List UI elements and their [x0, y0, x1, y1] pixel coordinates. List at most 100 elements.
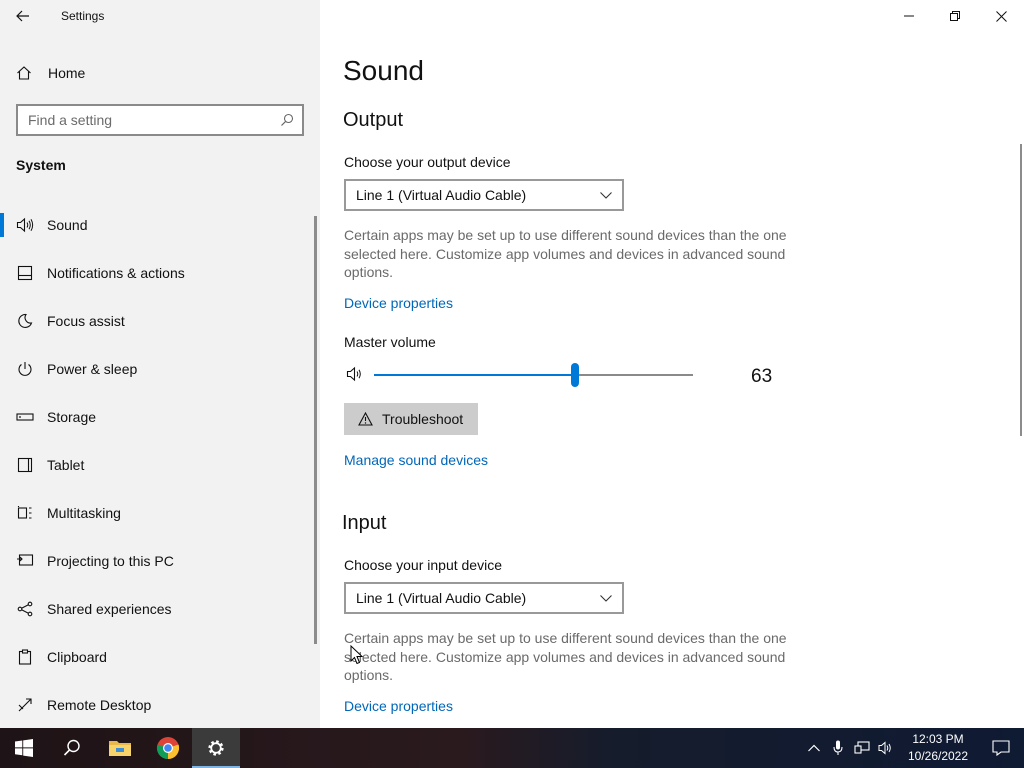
sidebar-item-sound[interactable]: Sound — [0, 201, 316, 249]
sidebar-item-multitasking[interactable]: Multitasking — [0, 489, 316, 537]
volume-icon[interactable] — [346, 366, 366, 387]
manage-sound-devices-link[interactable]: Manage sound devices — [344, 452, 488, 468]
sidebar-item-label: Notifications & actions — [47, 265, 185, 281]
action-center-icon — [992, 740, 1010, 756]
output-device-properties-link[interactable]: Device properties — [344, 295, 453, 311]
taskbar-clock[interactable]: 12:03 PM 10/26/2022 — [898, 731, 978, 765]
search-icon[interactable] — [280, 113, 294, 127]
close-button[interactable] — [978, 0, 1024, 32]
sidebar-item-label: Multitasking — [47, 505, 121, 521]
master-volume-value: 63 — [751, 366, 773, 387]
content-area: Sound Output Choose your output device L… — [320, 32, 1024, 728]
sidebar-item-shared-experiences[interactable]: Shared experiences — [0, 585, 316, 633]
output-device-label: Choose your output device — [344, 154, 511, 170]
input-device-value: Line 1 (Virtual Audio Cable) — [356, 590, 527, 606]
start-icon — [15, 739, 33, 757]
input-device-dropdown[interactable]: Line 1 (Virtual Audio Cable) — [344, 582, 624, 614]
input-device-properties-link[interactable]: Device properties — [344, 698, 453, 714]
sidebar-item-power-sleep[interactable]: Power & sleep — [0, 345, 316, 393]
sidebar-item-tablet[interactable]: Tablet — [0, 441, 316, 489]
sidebar-item-label: Remote Desktop — [47, 697, 152, 713]
clipboard-icon — [15, 649, 35, 665]
output-description: Certain apps may be set up to use differ… — [344, 227, 787, 281]
output-device-dropdown[interactable]: Line 1 (Virtual Audio Cable) — [344, 179, 624, 211]
sidebar-item-label: Clipboard — [47, 649, 107, 665]
minimize-button[interactable] — [886, 0, 932, 32]
sidebar-item-clipboard[interactable]: Clipboard — [0, 633, 316, 681]
warning-icon — [358, 412, 373, 426]
close-icon — [995, 10, 1007, 22]
system-tray: 12:03 PM 10/26/2022 — [802, 728, 1024, 768]
sidebar-item-label: Projecting to this PC — [47, 553, 174, 569]
input-description: Certain apps may be set up to use differ… — [344, 630, 787, 684]
sidebar-item-focus-assist[interactable]: Focus assist — [0, 297, 316, 345]
nav-list: Sound Notifications & actions Focus assi… — [0, 201, 316, 729]
action-center-button[interactable] — [978, 728, 1024, 768]
nav-home[interactable]: Home — [0, 55, 320, 91]
section-header-system: System — [16, 157, 66, 173]
network-tray-button[interactable] — [850, 728, 874, 768]
clock-date: 10/26/2022 — [907, 749, 969, 763]
window-controls — [886, 0, 1024, 32]
speaker-icon — [15, 217, 35, 233]
sidebar-item-label: Power & sleep — [47, 361, 138, 377]
minimize-icon — [904, 15, 914, 17]
network-icon — [854, 741, 870, 754]
slider-fill — [374, 374, 575, 376]
back-arrow-icon — [16, 10, 29, 22]
master-volume-slider[interactable] — [374, 363, 693, 387]
settings-icon — [208, 740, 224, 756]
output-heading: Output — [343, 109, 404, 131]
remote-desktop-icon — [15, 697, 35, 713]
page-title: Sound — [343, 55, 424, 86]
search-icon — [63, 739, 80, 756]
microphone-tray-button[interactable] — [826, 728, 850, 768]
taskbar: 12:03 PM 10/26/2022 — [0, 728, 1024, 768]
microphone-icon — [833, 740, 843, 755]
search-input[interactable] — [28, 112, 268, 128]
taskbar-settings[interactable] — [192, 728, 240, 768]
master-volume-label: Master volume — [344, 334, 436, 350]
volume-icon — [878, 741, 891, 755]
app-title: Settings — [61, 9, 105, 23]
volume-tray-button[interactable] — [874, 728, 898, 768]
back-button[interactable] — [0, 0, 46, 32]
troubleshoot-button[interactable]: Troubleshoot — [344, 403, 478, 435]
taskbar-chrome[interactable] — [144, 728, 192, 768]
show-hidden-icons-button[interactable] — [802, 728, 826, 768]
home-icon — [16, 65, 34, 81]
restore-icon — [950, 11, 960, 21]
start-button[interactable] — [0, 728, 48, 768]
input-heading: Input — [342, 512, 387, 534]
projecting-icon — [15, 553, 35, 569]
taskbar-search-button[interactable] — [48, 728, 96, 768]
sidebar-item-label: Storage — [47, 409, 97, 425]
storage-icon — [15, 411, 35, 423]
title-bar: Settings — [0, 0, 320, 32]
chevron-up-icon — [808, 744, 820, 752]
nav-scrollbar[interactable] — [314, 216, 317, 644]
search-box[interactable] — [16, 104, 304, 136]
sidebar-item-notifications[interactable]: Notifications & actions — [0, 249, 316, 297]
restore-button[interactable] — [932, 0, 978, 32]
chevron-down-icon — [600, 594, 612, 602]
chrome-icon — [156, 737, 180, 760]
output-device-value: Line 1 (Virtual Audio Cable) — [356, 187, 527, 203]
clock-time: 12:03 PM — [912, 732, 964, 746]
content-scrollbar[interactable] — [1020, 144, 1022, 436]
taskbar-file-explorer[interactable] — [96, 728, 144, 768]
navigation-pane: Settings Home System Sound — [0, 0, 320, 728]
sidebar-item-label: Tablet — [47, 457, 85, 473]
home-label: Home — [48, 65, 86, 81]
tablet-icon — [15, 457, 35, 473]
sidebar-item-label: Shared experiences — [47, 601, 172, 617]
file-explorer-icon — [109, 741, 131, 756]
master-volume-row: 63 — [346, 363, 786, 394]
input-device-label: Choose your input device — [344, 557, 502, 573]
sidebar-item-label: Focus assist — [47, 313, 125, 329]
slider-thumb[interactable] — [570, 363, 579, 387]
sidebar-item-projecting[interactable]: Projecting to this PC — [0, 537, 316, 585]
sidebar-item-remote-desktop[interactable]: Remote Desktop — [0, 681, 316, 729]
mouse-cursor-icon — [350, 645, 364, 665]
sidebar-item-storage[interactable]: Storage — [0, 393, 316, 441]
